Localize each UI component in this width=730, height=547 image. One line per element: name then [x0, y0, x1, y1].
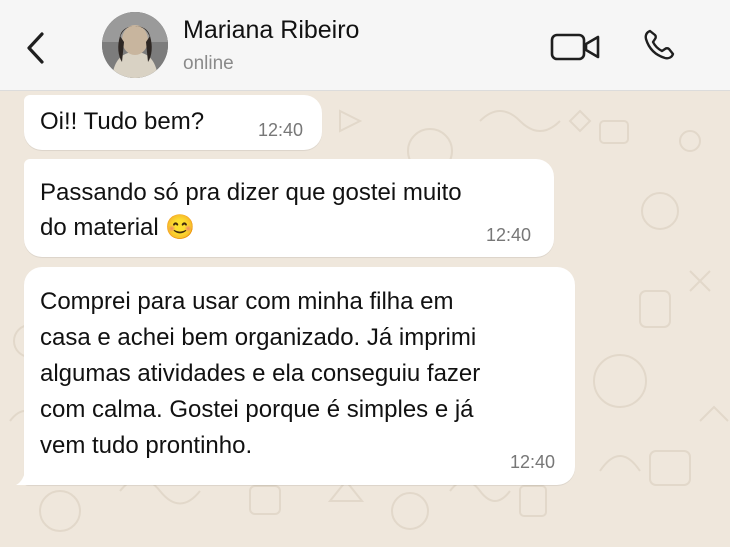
message-bubble[interactable]: Comprei para usar com minha filha em cas… — [24, 267, 575, 485]
message-time: 12:40 — [486, 225, 532, 245]
phone-icon[interactable] — [641, 27, 677, 63]
contact-status: online — [183, 53, 234, 74]
message-text: Oi!! Tudo bem? — [40, 108, 205, 135]
chat-area[interactable]: Oi!! Tudo bem? 12:40 Passando só pra diz… — [0, 91, 730, 547]
message-text: algumas atividades e ela conseguiu fazer — [40, 360, 481, 387]
message-text: vem tudo prontinho. — [40, 432, 253, 459]
message-text: com calma. Gostei porque é simples e já — [40, 396, 474, 423]
contact-name[interactable]: Mariana Ribeiro — [183, 16, 359, 45]
video-camera-icon[interactable] — [550, 32, 602, 62]
message-text: Passando só pra dizer que gostei muito — [40, 179, 462, 206]
message-text: Comprei para usar com minha filha em — [40, 288, 454, 315]
message-bubble[interactable]: Passando só pra dizer que gostei muito d… — [24, 159, 554, 257]
message-bubble[interactable]: Oi!! Tudo bem? 12:40 — [24, 95, 322, 150]
bubble-tail — [16, 467, 34, 485]
message-text: casa e achei bem organizado. Já imprimi — [40, 324, 477, 351]
chat-header: Mariana Ribeiro online — [0, 0, 730, 91]
message-time: 12:40 — [510, 452, 556, 472]
message-time: 12:40 — [258, 120, 304, 140]
avatar-photo — [102, 12, 168, 78]
message-text: do material 😊 — [40, 214, 196, 241]
avatar[interactable] — [102, 12, 168, 78]
chevron-left-icon[interactable] — [24, 30, 48, 66]
